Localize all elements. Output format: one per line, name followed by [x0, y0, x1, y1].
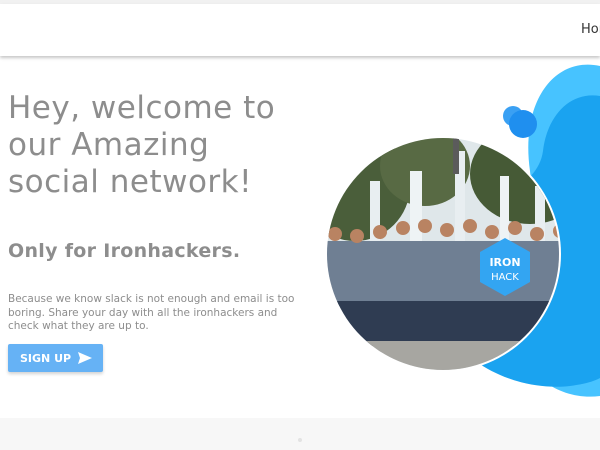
send-arrow-icon [78, 352, 92, 364]
nav-link-home[interactable]: Home [581, 22, 600, 37]
decor-circle-large [509, 110, 537, 138]
hero-description: Because we know slack is not enough and … [8, 293, 295, 332]
signup-button-label: SIGN UP [20, 351, 72, 365]
hero-illustration: IRON HACK [325, 64, 600, 397]
footer-indicator [298, 438, 302, 442]
logo-text-iron: IRON [489, 256, 520, 269]
signup-button[interactable]: SIGN UP [8, 344, 103, 372]
page-subtitle: Only for Ironhackers. [8, 240, 241, 262]
logo-text-hack: HACK [491, 272, 519, 283]
footer-band [0, 418, 600, 450]
page-title: Hey, welcome to our Amazing social netwo… [8, 90, 276, 200]
navbar: Home [0, 4, 600, 56]
